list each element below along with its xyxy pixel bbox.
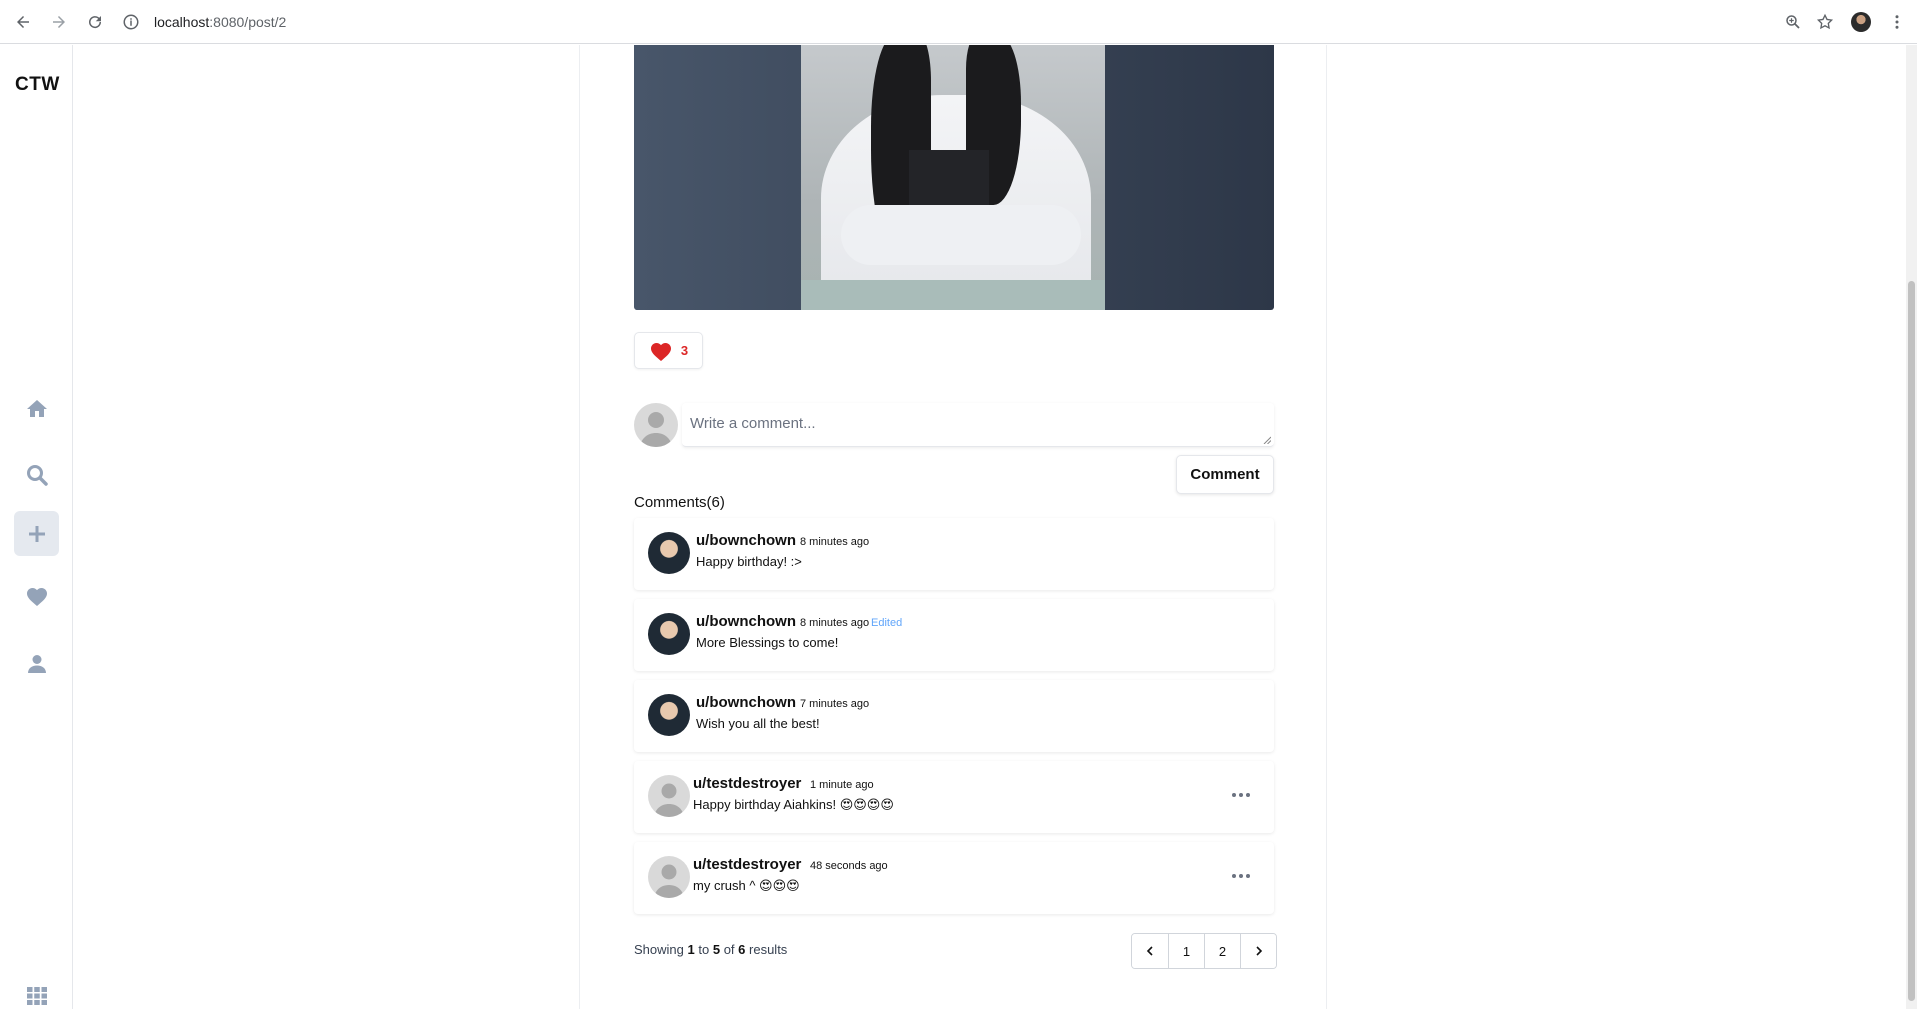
edited-badge: Edited [871, 617, 903, 629]
post-column: 3 Comment Comments(6) u/bownchown 8 minu… [579, 45, 1327, 1009]
comment-text: Happy birthday Aiahkins! 😍😍😍😍 [693, 797, 894, 812]
comment-item: u/bownchown 7 minutes ago Wish you all t… [634, 680, 1274, 752]
comment-time: 1 minute ago [810, 779, 874, 791]
home-icon [26, 399, 47, 417]
comment-submit-button[interactable]: Comment [1176, 455, 1274, 494]
chevron-left-icon [1146, 946, 1153, 956]
like-count: 3 [680, 343, 689, 358]
more-options-icon[interactable] [1229, 866, 1253, 886]
sidebar-item-liked[interactable] [14, 574, 59, 619]
app-logo[interactable]: CTW [15, 74, 60, 96]
comment-username[interactable]: u/bownchown [696, 613, 796, 630]
more-options-icon[interactable] [1229, 785, 1253, 805]
heart-icon [26, 587, 47, 606]
comment-time: 7 minutes ago [800, 698, 870, 710]
sidebar-item-search[interactable] [14, 452, 59, 497]
zoom-icon[interactable] [1777, 6, 1809, 38]
search-icon [26, 464, 48, 486]
next-page-button[interactable] [1240, 934, 1276, 968]
avatar[interactable] [648, 613, 690, 655]
comment-text: Happy birthday! :> [696, 554, 802, 569]
current-user-avatar [634, 403, 678, 447]
address-bar[interactable]: localhost:8080/post/2 [122, 7, 1842, 37]
app-sidebar: CTW [0, 45, 73, 1009]
comment-username[interactable]: u/testdestroyer [693, 775, 801, 792]
sidebar-item-home[interactable] [14, 386, 59, 431]
page-button-2[interactable]: 2 [1204, 934, 1240, 968]
comment-time: 48 seconds ago [810, 860, 888, 872]
user-icon [27, 654, 46, 673]
avatar[interactable] [648, 532, 690, 574]
post-image[interactable] [634, 45, 1274, 310]
sidebar-item-profile[interactable] [14, 641, 59, 686]
menu-kebab-icon[interactable] [1881, 6, 1913, 38]
avatar[interactable] [648, 694, 690, 736]
comment-time: 8 minutes ago [800, 617, 870, 629]
url-text[interactable]: localhost:8080/post/2 [154, 14, 286, 30]
comment-item: u/bownchown 8 minutes ago Happy birthday… [634, 518, 1274, 590]
chevron-right-icon [1255, 946, 1262, 956]
profile-avatar[interactable] [1845, 6, 1877, 38]
comment-username[interactable]: u/testdestroyer [693, 856, 801, 873]
results-summary: Showing 1 to 5 of 6 results [634, 942, 788, 957]
heart-icon [650, 342, 671, 361]
grid-icon [26, 986, 47, 1005]
page-scrollbar[interactable] [1906, 45, 1917, 1009]
avatar[interactable] [648, 856, 690, 898]
comment-item: u/testdestroyer 1 minute ago Happy birth… [634, 761, 1274, 833]
sidebar-item-apps[interactable] [14, 973, 59, 1018]
plus-icon [28, 525, 45, 542]
sidebar-item-create[interactable] [14, 511, 59, 556]
forward-icon[interactable] [46, 9, 72, 35]
comment-time: 8 minutes ago [800, 536, 870, 548]
comment-item: u/testdestroyer 48 seconds ago my crush … [634, 842, 1274, 914]
post-photo [801, 45, 1105, 310]
comments-heading: Comments(6) [634, 494, 725, 511]
avatar[interactable] [648, 775, 690, 817]
page-button-1[interactable]: 1 [1168, 934, 1204, 968]
comment-input[interactable] [682, 403, 1274, 447]
info-icon[interactable] [122, 13, 140, 31]
like-button[interactable]: 3 [634, 332, 703, 369]
comment-text: my crush ^ 😍😍😍 [693, 878, 800, 893]
comment-username[interactable]: u/bownchown [696, 532, 796, 549]
prev-page-button[interactable] [1132, 934, 1168, 968]
reload-icon[interactable] [82, 9, 108, 35]
comment-text: More Blessings to come! [696, 635, 839, 650]
resize-handle-icon[interactable] [1263, 436, 1271, 444]
comment-item: u/bownchown 8 minutes ago Edited More Bl… [634, 599, 1274, 671]
browser-toolbar: localhost:8080/post/2 [0, 0, 1917, 44]
pagination: 1 2 [1131, 933, 1277, 969]
scrollbar-thumb[interactable] [1908, 281, 1915, 1001]
back-icon[interactable] [10, 9, 36, 35]
comment-text: Wish you all the best! [696, 716, 820, 731]
bookmark-star-icon[interactable] [1809, 6, 1841, 38]
comment-username[interactable]: u/bownchown [696, 694, 796, 711]
